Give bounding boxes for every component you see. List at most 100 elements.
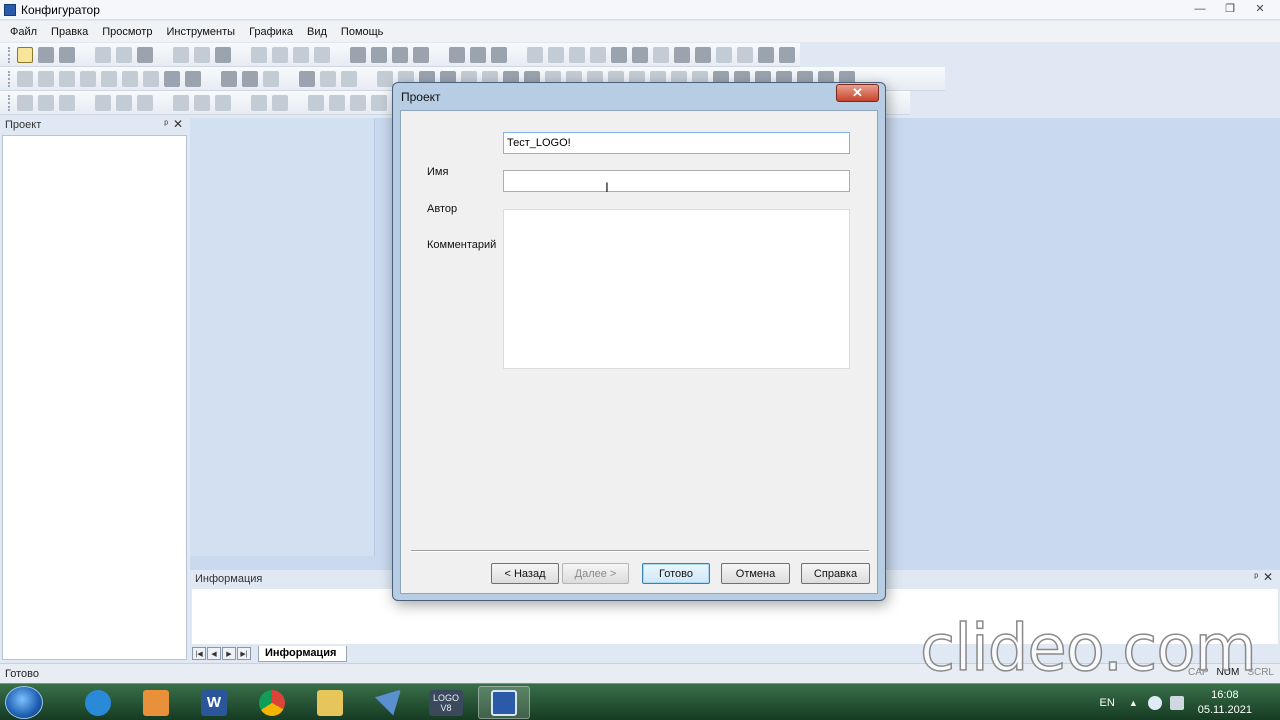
number-icon[interactable] [569,46,585,63]
image-tool-icon[interactable] [185,70,201,87]
clock[interactable]: 16:08 05.11.2021 [1198,688,1252,718]
dialog-close-button[interactable]: ✕ [836,84,879,102]
block-icon[interactable] [491,46,507,63]
new-file-icon[interactable] [17,46,33,63]
menu-graphics[interactable]: Графика [249,26,293,38]
start-button[interactable] [5,686,43,719]
paste-icon[interactable] [137,46,153,63]
open-file-icon[interactable] [38,46,54,63]
size-icon[interactable] [350,94,366,111]
first-tab-icon[interactable]: |◀ [192,647,206,660]
close-icon[interactable]: ✕ [1263,570,1273,584]
page-icon[interactable] [377,70,393,87]
toolbar-grip[interactable] [8,46,11,63]
rounded-rect-tool-icon[interactable] [80,70,96,87]
maximize-button[interactable]: ❐ [1216,0,1244,17]
line-icon[interactable] [716,46,732,63]
mirror-icon[interactable] [320,70,336,87]
shield-icon[interactable] [242,70,258,87]
align-bottom-icon[interactable] [137,94,153,111]
grid-icon[interactable] [548,46,564,63]
cancel-button[interactable]: Отмена [721,563,790,584]
next-tab-icon[interactable]: ▶ [222,647,236,660]
menu-window[interactable]: Вид [307,26,327,38]
taskbar-internet-explorer[interactable] [72,686,124,719]
language-indicator[interactable]: EN [1100,697,1115,709]
line-tool-icon[interactable] [17,70,33,87]
fill-icon[interactable] [371,46,387,63]
chart-icon[interactable] [758,46,774,63]
minimize-button[interactable]: — [1186,0,1214,17]
last-tab-icon[interactable]: ▶| [237,647,251,660]
help-icon[interactable] [215,46,231,63]
rectangle-tool-icon[interactable] [59,70,75,87]
distribute-icon[interactable] [173,94,189,111]
frame-tool-icon[interactable] [164,70,180,87]
frame-icon[interactable] [653,46,669,63]
link-icon[interactable] [611,46,627,63]
project-tree[interactable] [2,135,187,660]
save-icon[interactable] [59,46,75,63]
taskbar-media-player[interactable] [130,686,182,719]
font-bigger-icon[interactable] [272,46,288,63]
back-button[interactable]: < Назад [491,563,559,584]
prev-tab-icon[interactable]: ◀ [207,647,221,660]
toolbar-grip[interactable] [8,94,11,111]
taskbar-logo-tool[interactable] [362,686,414,719]
image-icon[interactable] [632,46,648,63]
cut-icon[interactable] [95,46,111,63]
group-icon[interactable] [221,70,237,87]
arc-tool-icon[interactable] [38,70,54,87]
taskbar-configurator[interactable] [478,686,530,719]
spacing-icon[interactable] [251,94,267,111]
menu-file[interactable]: Файл [10,26,37,38]
align-middle-icon[interactable] [116,94,132,111]
show-hidden-icons-icon[interactable]: ▲ [1129,698,1138,708]
taskbar-logo-v8[interactable]: LOGO V8 [420,686,472,719]
taskbar-explorer[interactable] [304,686,356,719]
tab-information[interactable]: Информация [258,645,348,662]
next-button[interactable]: Далее > [562,563,629,584]
shape-icon[interactable] [350,46,366,63]
text-format-icon[interactable] [314,46,330,63]
chart-icon[interactable] [779,46,795,63]
name-input[interactable] [503,132,850,154]
toolbar-grip[interactable] [8,70,11,87]
spacing-icon[interactable] [272,94,288,111]
refresh-icon[interactable] [695,46,711,63]
circle-icon[interactable] [392,46,408,63]
author-input[interactable] [503,170,850,192]
pentagon-tool-icon[interactable] [143,70,159,87]
redo-icon[interactable] [194,46,210,63]
copy-icon[interactable] [116,46,132,63]
text-icon[interactable] [251,46,267,63]
taskbar-chrome[interactable] [246,686,298,719]
zoom-icon[interactable] [737,46,753,63]
font-smaller-icon[interactable] [293,46,309,63]
network-icon[interactable] [1147,695,1162,710]
pin-icon[interactable]: ᵖ [164,119,168,130]
pointer-icon[interactable] [263,70,279,87]
globe-icon[interactable] [674,46,690,63]
align-icon[interactable] [590,46,606,63]
align-top-icon[interactable] [95,94,111,111]
menu-view[interactable]: Просмотр [102,26,152,38]
distribute-icon[interactable] [215,94,231,111]
size-icon[interactable] [329,94,345,111]
block-icon[interactable] [470,46,486,63]
size-icon[interactable] [308,94,324,111]
comment-textarea[interactable] [503,209,850,369]
distribute-icon[interactable] [194,94,210,111]
menu-help[interactable]: Помощь [341,26,384,38]
arrow-icon[interactable] [413,46,429,63]
rotate-icon[interactable] [299,70,315,87]
polygon-tool-icon[interactable] [122,70,138,87]
close-icon[interactable]: ✕ [173,117,183,131]
align-right-icon[interactable] [59,94,75,111]
taskbar-word[interactable]: W [188,686,240,719]
ellipse-tool-icon[interactable] [101,70,117,87]
help-button[interactable]: Справка [801,563,870,584]
finish-button[interactable]: Готово [642,563,710,584]
undo-icon[interactable] [173,46,189,63]
menu-edit[interactable]: Правка [51,26,88,38]
